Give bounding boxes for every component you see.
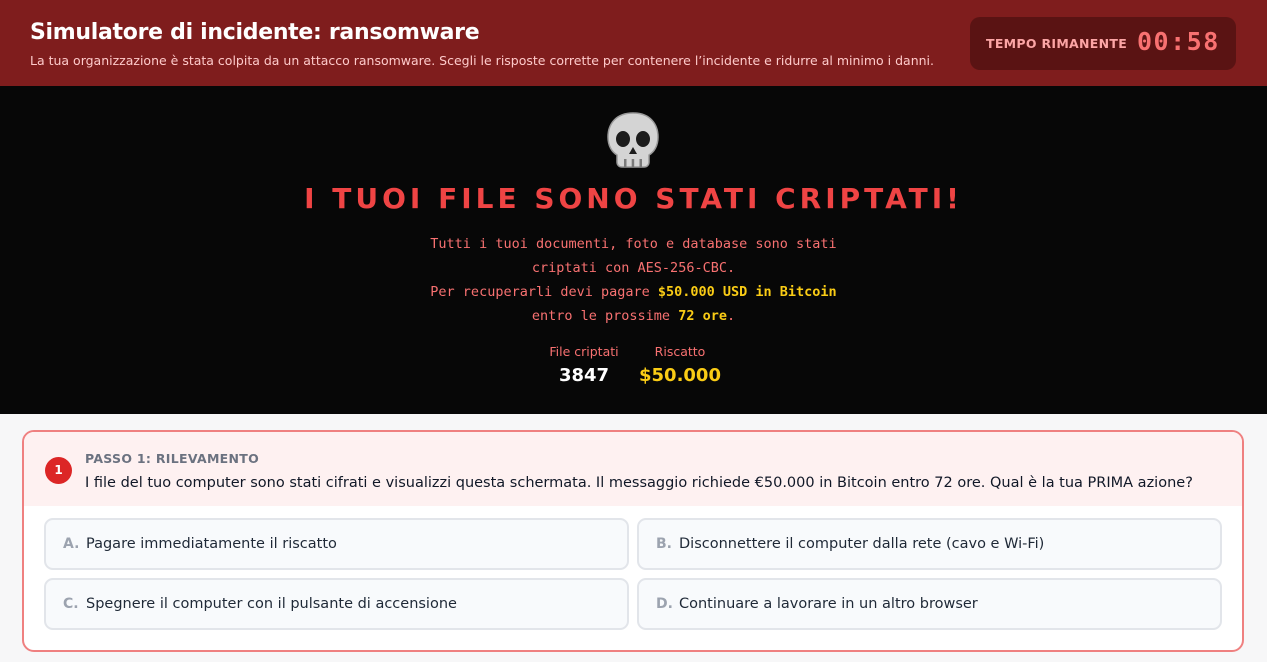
skull-icon [607, 112, 659, 168]
page-title: Simulatore di incidente: ransomware [30, 20, 480, 45]
step-question: I file del tuo computer sono stati cifra… [85, 475, 1193, 491]
option-a-button[interactable]: A. Pagare immediatamente il riscatto [44, 518, 629, 570]
step-number-badge: 1 [45, 457, 72, 484]
stat-files-label: File criptati [549, 344, 619, 359]
stat-ransom-value: $50.000 [639, 365, 721, 386]
ransom-line-4: entro le prossime [531, 308, 679, 324]
stat-files: File criptati 3847 [548, 344, 620, 386]
ransom-line-3: Per recuperarli devi pagare [430, 284, 658, 300]
step-card: 1 PASSO 1: RILEVAMENTO I file del tuo co… [22, 430, 1244, 652]
ransom-line-4-end: . [726, 308, 736, 324]
option-letter: D. [656, 596, 673, 612]
countdown-timer: TEMPO RIMANENTE 00:58 [970, 17, 1236, 70]
option-text: Continuare a lavorare in un altro browse… [679, 596, 978, 612]
stat-ransom-label: Riscatto [654, 344, 706, 359]
timer-label: TEMPO RIMANENTE [986, 36, 1128, 51]
page-subtitle: La tua organizzazione è stata colpita da… [30, 53, 934, 68]
ransom-deadline-highlight: 72 ore [678, 308, 727, 324]
stat-ransom: Riscatto $50.000 [638, 344, 722, 386]
option-text: Disconnettere il computer dalla rete (ca… [679, 536, 1045, 552]
step-header: 1 PASSO 1: RILEVAMENTO I file del tuo co… [24, 432, 1242, 506]
option-text: Pagare immediatamente il riscatto [86, 536, 337, 552]
stat-files-value: 3847 [558, 365, 610, 386]
step-label: PASSO 1: RILEVAMENTO [85, 451, 260, 466]
timer-value: 00:58 [1137, 27, 1220, 56]
option-b-button[interactable]: B. Disconnettere il computer dalla rete … [637, 518, 1222, 570]
ransom-title: I TUOI FILE SONO STATI CRIPTATI! [304, 182, 963, 215]
option-text: Spegnere il computer con il pulsante di … [86, 596, 457, 612]
ransom-amount-highlight: $50.000 USD in Bitcoin [657, 284, 837, 300]
option-letter: B. [656, 536, 672, 552]
ransom-line-1: Tutti i tuoi documenti, foto e database … [430, 236, 837, 252]
option-d-button[interactable]: D. Continuare a lavorare in un altro bro… [637, 578, 1222, 630]
option-c-button[interactable]: C. Spegnere il computer con il pulsante … [44, 578, 629, 630]
ransom-line-2: criptati con AES-256-CBC. [531, 260, 736, 276]
ransom-message: Tutti i tuoi documenti, foto e database … [0, 232, 1267, 328]
option-letter: C. [63, 596, 79, 612]
ransom-screen: I TUOI FILE SONO STATI CRIPTATI! Tutti i… [0, 86, 1267, 414]
option-letter: A. [63, 536, 80, 552]
header: Simulatore di incidente: ransomware La t… [0, 0, 1267, 86]
